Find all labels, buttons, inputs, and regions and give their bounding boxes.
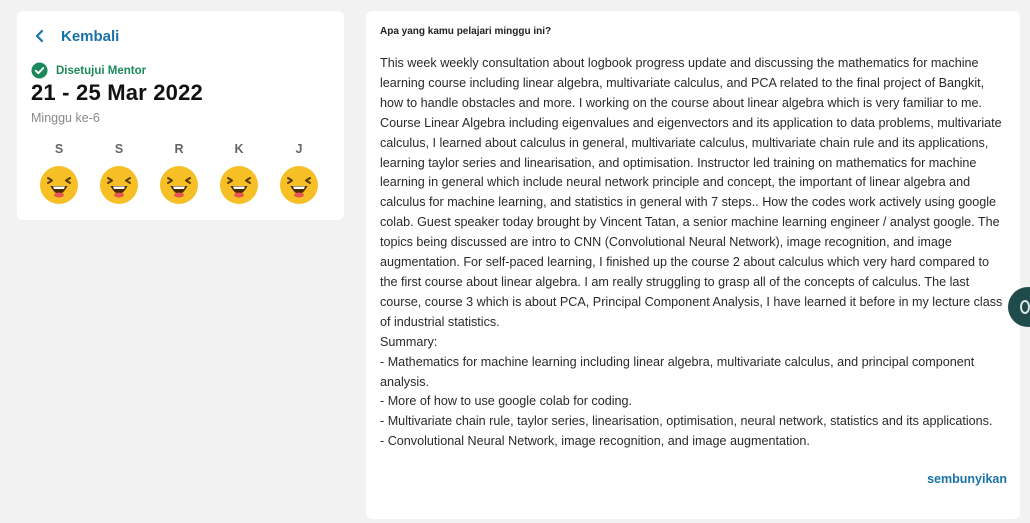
date-range: 21 - 25 Mar 2022 bbox=[31, 80, 203, 105]
day-letter: R bbox=[174, 142, 184, 156]
back-button[interactable]: Kembali bbox=[31, 27, 119, 45]
happy-grin-emoji-icon bbox=[160, 166, 198, 204]
day-item: R bbox=[159, 142, 219, 205]
happy-grin-emoji-icon bbox=[100, 166, 138, 204]
journal-question: Apa yang kamu pelajari minggu ini? bbox=[380, 26, 552, 37]
day-letter: J bbox=[295, 142, 303, 156]
chevron-left-icon bbox=[35, 29, 44, 43]
day-letter: K bbox=[234, 142, 244, 156]
week-label: Minggu ke-6 bbox=[31, 111, 100, 125]
day-letter: S bbox=[114, 142, 124, 156]
status-badge: Disetujui Mentor bbox=[31, 62, 146, 79]
back-label[interactable]: Kembali bbox=[61, 28, 119, 45]
hide-link[interactable]: sembunyikan bbox=[927, 472, 1007, 486]
day-letter: S bbox=[54, 142, 64, 156]
mood-days: S S R K J bbox=[39, 142, 339, 205]
happy-grin-emoji-icon bbox=[220, 166, 258, 204]
week-summary-card: Kembali Disetujui Mentor 21 - 25 Mar 202… bbox=[17, 11, 344, 220]
day-item: S bbox=[39, 142, 99, 205]
check-circle-icon bbox=[31, 62, 48, 79]
status-label: Disetujui Mentor bbox=[56, 64, 147, 77]
day-item: J bbox=[279, 142, 339, 205]
day-item: K bbox=[219, 142, 279, 205]
day-item: S bbox=[99, 142, 159, 205]
happy-grin-emoji-icon bbox=[40, 166, 78, 204]
journal-answer: This week weekly consultation about logb… bbox=[380, 56, 1003, 449]
journal-card: Apa yang kamu pelajari minggu ini? This … bbox=[366, 11, 1020, 519]
happy-grin-emoji-icon bbox=[280, 166, 318, 204]
chat-icon bbox=[1020, 300, 1030, 314]
